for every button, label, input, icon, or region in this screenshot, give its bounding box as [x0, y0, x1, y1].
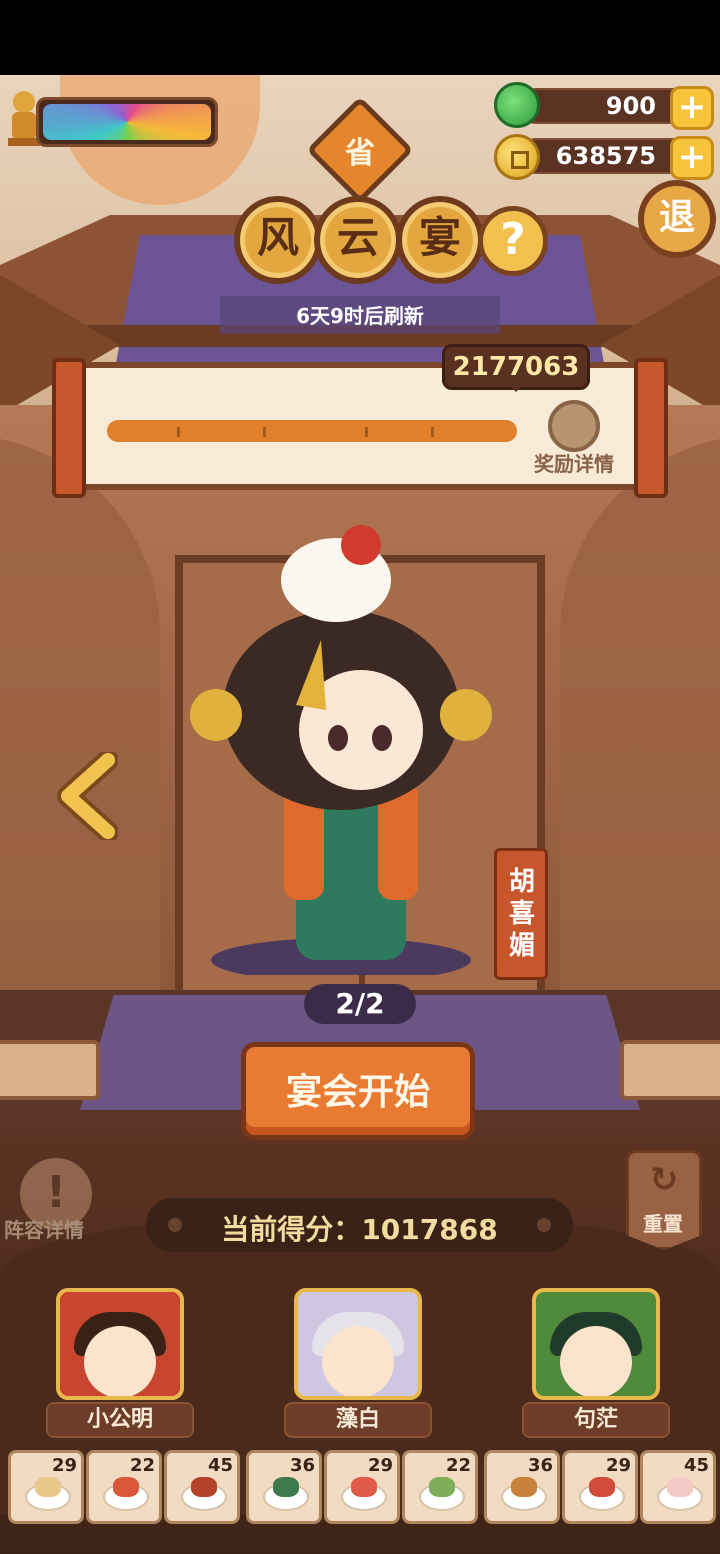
dish-icon	[113, 1477, 139, 1497]
dish-count: 29	[51, 1455, 77, 1476]
reset-label[interactable]: 重置	[630, 1208, 696, 1237]
dish-count: 22	[445, 1455, 471, 1476]
bench-right	[620, 1040, 720, 1100]
dish-icon	[35, 1477, 61, 1497]
dish-count: 36	[289, 1455, 315, 1476]
character-page-indicator: 2/2	[304, 984, 416, 1024]
title-char-2: 云	[314, 196, 402, 284]
exit-button[interactable]: 退	[638, 180, 716, 258]
province-badge[interactable]: 省	[322, 128, 398, 172]
coin-value: 638575	[555, 142, 656, 170]
progress-milestone-tick	[176, 427, 180, 437]
dish-icon	[351, 1477, 377, 1497]
jade-counter: 900 +	[518, 86, 714, 130]
hero-card[interactable]	[56, 1288, 184, 1400]
add-coins-button[interactable]: +	[670, 136, 714, 180]
title-char-3: 宴	[396, 196, 484, 284]
dish-count: 22	[129, 1455, 155, 1476]
progress-milestone-tick	[262, 427, 266, 437]
dish-slot[interactable]: 22	[402, 1450, 478, 1524]
help-button[interactable]: ?	[478, 206, 548, 276]
progress-milestone-tick	[365, 427, 369, 437]
dish-count: 45	[683, 1455, 709, 1476]
current-score: 当前得分：1017868	[146, 1208, 573, 1248]
dish-slot[interactable]: 29	[324, 1450, 400, 1524]
jade-icon	[494, 82, 540, 128]
refresh-timer: 6天9时后刷新	[296, 304, 424, 328]
coin-counter: 638575 +	[518, 136, 714, 180]
dish-slot[interactable]: 36	[484, 1450, 560, 1524]
hero-name: 藻白	[284, 1402, 432, 1438]
dish-count: 36	[527, 1455, 553, 1476]
add-jade-button[interactable]: +	[670, 86, 714, 130]
dish-slot[interactable]: 36	[246, 1450, 322, 1524]
dish-count: 45	[207, 1455, 233, 1476]
refresh-icon: ↻	[649, 1160, 679, 1200]
score-label: 当前得分：	[221, 1213, 362, 1246]
dish-icon	[667, 1477, 693, 1497]
score-progress-bar	[107, 420, 517, 442]
character-name: 胡喜媚	[508, 867, 535, 961]
target-score-bubble: 2177063	[442, 344, 590, 392]
reward-details-link[interactable]: 奖励详情	[534, 448, 614, 477]
scroll-rod-right	[634, 358, 668, 498]
player-name-plate[interactable]	[36, 97, 218, 147]
dish-slot[interactable]: 45	[640, 1450, 716, 1524]
dish-icon	[511, 1477, 537, 1497]
reward-bag-icon[interactable]	[548, 400, 600, 452]
dish-slot[interactable]: 45	[164, 1450, 240, 1524]
hero-name: 句茫	[522, 1402, 670, 1438]
dish-slot[interactable]: 29	[8, 1450, 84, 1524]
redacted-name-mosaic	[43, 104, 211, 140]
dish-icon	[589, 1477, 615, 1497]
dish-slot[interactable]: 29	[562, 1450, 638, 1524]
hero-card[interactable]	[294, 1288, 422, 1400]
hero-face	[322, 1326, 394, 1396]
dish-slot[interactable]: 22	[86, 1450, 162, 1524]
bench-left	[0, 1040, 100, 1100]
dish-icon	[273, 1477, 299, 1497]
character-figure[interactable]	[176, 520, 506, 975]
progress-milestone-tick	[430, 427, 434, 437]
dish-icon	[429, 1477, 455, 1497]
dish-count: 29	[605, 1455, 631, 1476]
coin-icon	[494, 134, 540, 180]
jade-value: 900	[605, 92, 656, 120]
scroll-rod-left	[52, 358, 86, 498]
title-char-1: 风	[234, 196, 322, 284]
dish-count: 29	[367, 1455, 393, 1476]
start-banquet-button[interactable]: 宴会开始	[241, 1042, 475, 1140]
hero-face	[560, 1326, 632, 1396]
hero-face	[84, 1326, 156, 1396]
score-value: 1017868	[361, 1213, 498, 1246]
lineup-details-label[interactable]: 阵容详情	[4, 1214, 84, 1243]
dish-icon	[191, 1477, 217, 1497]
hero-name: 小公明	[46, 1402, 194, 1438]
previous-character-arrow[interactable]	[56, 752, 118, 840]
hero-card[interactable]	[532, 1288, 660, 1400]
